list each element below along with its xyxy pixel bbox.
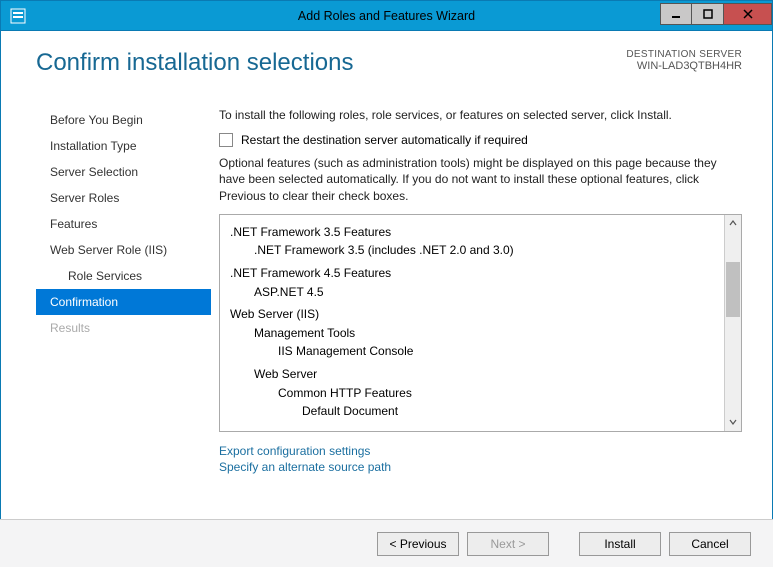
nav-features[interactable]: Features <box>36 211 211 237</box>
scroll-down-icon[interactable] <box>725 414 741 431</box>
destination-value: WIN-LAD3QTBH4HR <box>626 60 742 72</box>
wizard-nav: Before You Begin Installation Type Serve… <box>36 107 211 476</box>
app-icon <box>7 5 29 27</box>
export-config-link[interactable]: Export configuration settings <box>219 444 742 458</box>
wizard-footer: < Previous Next > Install Cancel <box>0 519 773 567</box>
scroll-up-icon[interactable] <box>725 215 741 232</box>
titlebar: Add Roles and Features Wizard <box>1 1 772 31</box>
feature-item: .NET Framework 3.5 (includes .NET 2.0 an… <box>230 241 720 260</box>
feature-item: Web Server <box>230 365 720 384</box>
instruction-text: To install the following roles, role ser… <box>219 107 742 123</box>
nav-installation-type[interactable]: Installation Type <box>36 133 211 159</box>
restart-checkbox-label: Restart the destination server automatic… <box>241 133 528 147</box>
nav-role-services[interactable]: Role Services <box>36 263 211 289</box>
minimize-button[interactable] <box>660 3 692 25</box>
feature-item: Default Document <box>230 402 720 421</box>
destination-label: DESTINATION SERVER <box>626 49 742 60</box>
feature-item: Web Server (IIS) <box>230 305 720 324</box>
feature-item: IIS Management Console <box>230 342 720 361</box>
window-title: Add Roles and Features Wizard <box>1 9 772 23</box>
window-controls <box>660 7 772 25</box>
install-button[interactable]: Install <box>579 532 661 556</box>
maximize-button[interactable] <box>692 3 724 25</box>
nav-server-selection[interactable]: Server Selection <box>36 159 211 185</box>
nav-server-roles[interactable]: Server Roles <box>36 185 211 211</box>
previous-button[interactable]: < Previous <box>377 532 459 556</box>
feature-item: Management Tools <box>230 324 720 343</box>
feature-item: ASP.NET 4.5 <box>230 283 720 302</box>
restart-checkbox[interactable] <box>219 133 233 147</box>
feature-item: .NET Framework 3.5 Features <box>230 223 720 242</box>
nav-before-you-begin[interactable]: Before You Begin <box>36 107 211 133</box>
alt-source-link[interactable]: Specify an alternate source path <box>219 460 742 474</box>
feature-list: .NET Framework 3.5 Features .NET Framewo… <box>220 215 724 431</box>
scroll-track[interactable] <box>725 232 741 414</box>
nav-results: Results <box>36 315 211 341</box>
nav-confirmation[interactable]: Confirmation <box>36 289 211 315</box>
next-button: Next > <box>467 532 549 556</box>
feature-scrollbar[interactable] <box>724 215 741 431</box>
feature-list-box: .NET Framework 3.5 Features .NET Framewo… <box>219 214 742 432</box>
close-button[interactable] <box>724 3 772 25</box>
feature-item: Common HTTP Features <box>230 384 720 403</box>
nav-web-server-role[interactable]: Web Server Role (IIS) <box>36 237 211 263</box>
optional-features-text: Optional features (such as administratio… <box>219 155 742 204</box>
cancel-button[interactable]: Cancel <box>669 532 751 556</box>
scroll-thumb[interactable] <box>726 262 740 317</box>
feature-item: .NET Framework 4.5 Features <box>230 264 720 283</box>
destination-server-box: DESTINATION SERVER WIN-LAD3QTBH4HR <box>626 49 742 72</box>
